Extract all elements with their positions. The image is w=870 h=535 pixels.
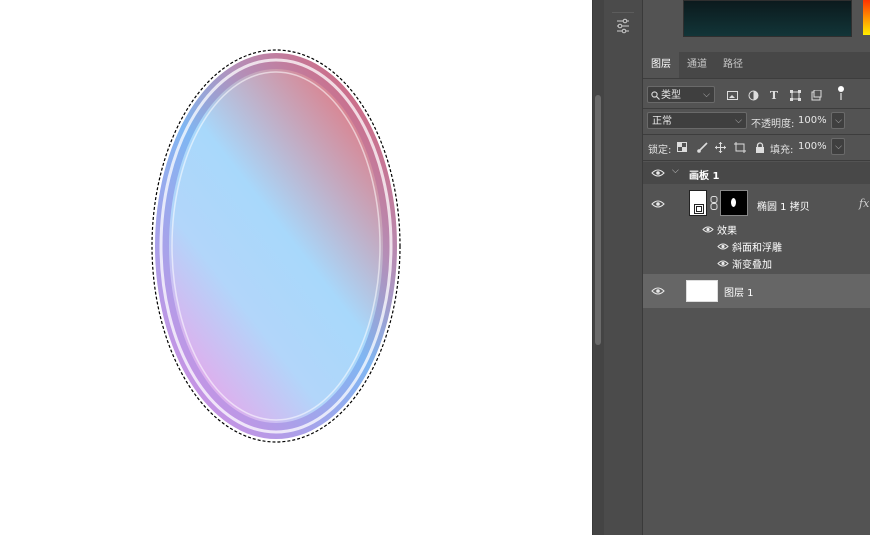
fill-label: 填充: <box>770 145 794 156</box>
eye-icon[interactable] <box>717 259 731 269</box>
fill-input[interactable]: 100% <box>796 138 832 155</box>
layer-row-artboard[interactable]: ⌵ 画板 1 <box>643 162 870 184</box>
eye-icon[interactable] <box>702 225 716 235</box>
layer-name-layer1: 图层 1 <box>724 288 754 299</box>
ellipse-artwork <box>151 49 401 443</box>
mask-icon[interactable] <box>720 190 748 216</box>
panel-icon-strip <box>604 0 643 535</box>
chevron-down-icon: ⌵ <box>735 116 742 126</box>
ellipse-inner-face <box>169 69 383 423</box>
effect-bevel-emboss[interactable]: 斜面和浮雕 <box>732 239 782 254</box>
layer-thumbnail <box>689 190 707 216</box>
filter-toggle-icon[interactable] <box>834 86 848 100</box>
layer-thumbnail <box>686 280 718 302</box>
search-icon <box>651 91 660 100</box>
lock-row: 锁定: 填充: 100% ⌵ <box>643 137 870 157</box>
shape-layer-icon <box>694 204 704 214</box>
chevron-down-icon: ⌵ <box>835 142 842 152</box>
tab-layers[interactable]: 图层 <box>643 52 679 78</box>
tab-channels[interactable]: 通道 <box>679 52 715 78</box>
fill-dropdown[interactable]: ⌵ <box>831 138 845 155</box>
blend-mode-value: 正常 <box>652 116 672 127</box>
layers-panel: 图层 通道 路径 类型 ⌵ T 正常 ⌵ 不透明度: 100% ⌵ 锁定: 填充… <box>643 0 870 535</box>
canvas-scrollbar[interactable] <box>592 0 604 535</box>
panel-tabs: 图层 通道 路径 <box>643 52 870 79</box>
lock-artboard-icon[interactable] <box>733 140 747 154</box>
document-canvas[interactable] <box>0 0 592 535</box>
filter-kind-select[interactable]: 类型 ⌵ <box>647 86 715 103</box>
blend-mode-select[interactable]: 正常 ⌵ <box>647 112 747 129</box>
adjustments-button[interactable] <box>612 12 634 39</box>
eye-icon[interactable] <box>651 199 665 209</box>
adjustments-icon <box>617 18 629 34</box>
shape-filter-icon[interactable] <box>788 88 802 102</box>
lock-brush-icon[interactable] <box>695 140 709 154</box>
lock-label: 锁定: <box>648 145 672 156</box>
chevron-down-icon: ⌵ <box>835 116 842 126</box>
fx-badge[interactable]: fx <box>859 197 869 210</box>
layer-row-ellipse[interactable]: 椭圆 1 拷贝 fx 效果 斜面和浮雕 渐变叠加 <box>643 185 870 273</box>
layer-filter-row: 类型 ⌵ T <box>643 85 870 105</box>
color-picker-field[interactable] <box>683 0 852 37</box>
eye-icon[interactable] <box>651 168 665 178</box>
lock-pixels-icon[interactable] <box>675 140 689 154</box>
eye-icon[interactable] <box>717 242 731 252</box>
opacity-label: 不透明度: <box>751 119 795 130</box>
effects-label: 效果 <box>717 226 737 237</box>
opacity-input[interactable]: 100% <box>796 112 832 129</box>
link-icon[interactable] <box>710 196 718 210</box>
layer-name-ellipse: 椭圆 1 拷贝 <box>757 202 810 213</box>
eye-icon[interactable] <box>651 286 665 296</box>
smartobject-filter-icon[interactable] <box>809 88 823 102</box>
filter-kind-label: 类型 <box>661 90 681 101</box>
effect-gradient-overlay[interactable]: 渐变叠加 <box>732 256 772 271</box>
scrollbar-thumb[interactable] <box>595 95 601 345</box>
layer-name-artboard: 画板 1 <box>689 171 720 182</box>
lock-all-icon[interactable] <box>753 140 767 154</box>
lock-position-icon[interactable] <box>713 140 727 154</box>
chevron-down-icon[interactable]: ⌵ <box>672 166 679 176</box>
opacity-dropdown[interactable]: ⌵ <box>831 112 845 129</box>
text-filter-icon[interactable]: T <box>767 88 781 102</box>
tab-paths[interactable]: 路径 <box>715 52 751 78</box>
adjustment-filter-icon[interactable] <box>746 88 760 102</box>
image-filter-icon[interactable] <box>725 88 739 102</box>
chevron-down-icon: ⌵ <box>703 90 710 100</box>
hue-slider[interactable] <box>863 0 870 35</box>
layer-row-layer1[interactable]: 图层 1 <box>643 274 870 308</box>
blend-row: 正常 ⌵ 不透明度: 100% ⌵ <box>643 111 870 131</box>
